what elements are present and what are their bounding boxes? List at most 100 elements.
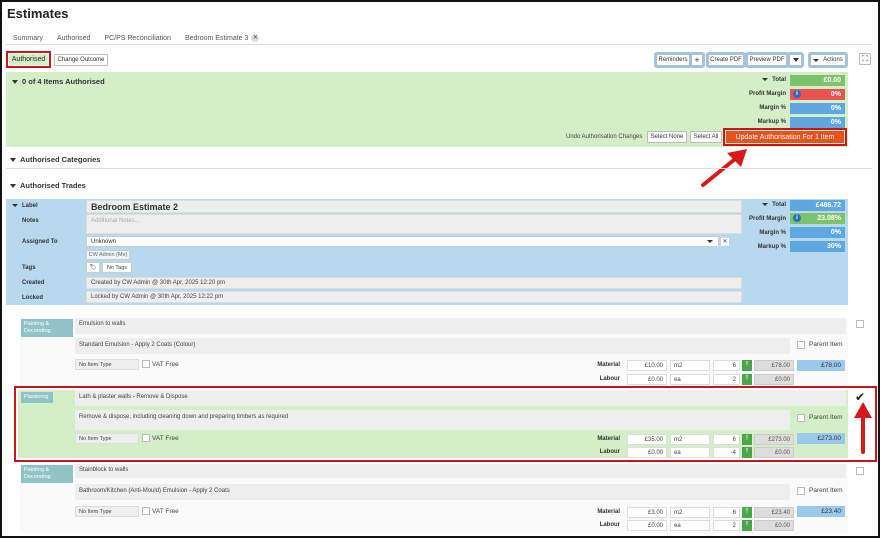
parent-item-label: Parent Item — [809, 341, 843, 348]
material-qty[interactable]: 6 — [713, 507, 740, 518]
labour-label: Labour — [599, 376, 620, 382]
reminders-button[interactable]: Reminders — [654, 52, 692, 68]
assigned-to-key: Assigned To — [22, 239, 58, 245]
material-price[interactable]: £35.00 — [627, 434, 667, 445]
tags-value[interactable]: No Tags — [102, 262, 132, 273]
assigned-chip[interactable]: CW Admin (Me) — [86, 250, 130, 260]
select-all-button[interactable]: Select All — [690, 131, 722, 143]
parent-item-checkbox[interactable] — [797, 487, 805, 495]
locked-value: Locked by CW Admin @ 30th Apr, 2025 12:2… — [86, 291, 742, 303]
authorise-checkbox[interactable] — [856, 467, 864, 475]
item-description[interactable]: Bathroom/Kitchen (Anti-Mould) Emulsion -… — [75, 484, 790, 500]
labour-price[interactable]: £0.00 — [627, 447, 667, 458]
arrow-up-icon[interactable]: ⤒ — [742, 374, 752, 385]
margin-label: Margin % — [759, 105, 786, 111]
arrow-up-icon[interactable]: ⤒ — [742, 507, 752, 518]
vat-label: VAT Free — [152, 508, 179, 515]
parent-item-checkbox[interactable] — [797, 414, 805, 422]
collapse-icon — [10, 184, 16, 189]
estimate-label-field[interactable]: Bedroom Estimate 2 — [86, 200, 742, 213]
authorised-categories-header[interactable]: Authorised Categories — [10, 155, 100, 164]
notes-field[interactable]: Additional Notes... — [86, 214, 742, 234]
estimate-total-text: Total — [772, 202, 786, 208]
arrow-up-icon[interactable]: ⤒ — [742, 447, 752, 458]
select-none-button[interactable]: Select None — [647, 131, 687, 143]
profit-margin-value: i 0% — [790, 89, 845, 100]
labour-unit[interactable]: ea — [670, 374, 710, 385]
collapse-icon — [10, 158, 16, 163]
labour-price[interactable]: £0.00 — [627, 374, 667, 385]
labour-label: Labour — [599, 449, 620, 455]
actions-label: Actions — [823, 57, 843, 63]
info-icon[interactable]: i — [793, 214, 801, 222]
actions-button[interactable]: Actions — [808, 52, 848, 68]
item-description[interactable]: Standard Emulsion - Apply 2 Coats (Colou… — [75, 338, 790, 354]
arrow-up-icon[interactable]: ⤒ — [742, 520, 752, 531]
labour-qty[interactable]: -4 — [713, 447, 740, 458]
tag-icon[interactable]: 🏷 — [86, 262, 100, 273]
trade-tag: Plastering — [21, 392, 53, 403]
labour-unit[interactable]: ea — [670, 520, 710, 531]
material-unit[interactable]: m2 — [670, 434, 710, 445]
preview-pdf-button[interactable]: Preview PDF — [745, 52, 789, 68]
arrow-up-icon[interactable]: ⤒ — [742, 360, 752, 371]
labour-qty[interactable]: 2 — [713, 520, 740, 531]
notes-key: Notes — [22, 218, 39, 224]
created-value: Created by CW Admin @ 30th Apr, 2025 12:… — [86, 277, 742, 289]
arrow-up-icon[interactable]: ⤒ — [742, 434, 752, 445]
material-total: £23.40 — [754, 507, 794, 518]
item-type-select[interactable]: No Item Type — [75, 359, 139, 370]
material-unit[interactable]: m2 — [670, 507, 710, 518]
trade-tag: Painting & Decorating — [21, 465, 73, 483]
labour-qty[interactable]: 2 — [713, 374, 740, 385]
authorised-trades-header[interactable]: Authorised Trades — [10, 181, 86, 190]
item-name[interactable]: Lath & plaster walls - Remove & Dispose — [75, 390, 846, 406]
estimate-margin-value: 0% — [790, 227, 845, 238]
update-authorisation-button[interactable]: Update Authorisation For 1 Item — [726, 131, 844, 143]
item-name[interactable]: Stainblock to walls — [75, 464, 846, 478]
labour-label: Labour — [599, 522, 620, 528]
update-highlight: Update Authorisation For 1 Item — [723, 128, 847, 146]
parent-item-label: Parent Item — [809, 414, 843, 421]
item-description[interactable]: Remove & dispose, including cleaning dow… — [75, 410, 790, 430]
close-icon[interactable]: ✕ — [251, 34, 260, 42]
create-pdf-button[interactable]: Create PDF — [706, 52, 746, 68]
vat-checkbox[interactable] — [142, 360, 150, 368]
chevron-down-icon — [792, 58, 799, 62]
parent-item-checkbox[interactable] — [797, 341, 805, 349]
add-reminder-button[interactable]: + — [689, 52, 705, 68]
material-qty[interactable]: 6 — [713, 434, 740, 445]
item-name[interactable]: Emulsion to walls — [75, 318, 846, 334]
tab-label: PC/PS Reconciliation — [104, 34, 171, 42]
material-price[interactable]: £3.00 — [627, 507, 667, 518]
collapse-icon[interactable] — [12, 203, 18, 207]
estimate-total-label: Total — [740, 202, 786, 208]
vat-checkbox[interactable] — [142, 434, 150, 442]
material-price[interactable]: £10.00 — [627, 360, 667, 371]
clear-icon[interactable]: ✕ — [721, 238, 729, 246]
assigned-to-select[interactable]: Unknown — [86, 236, 719, 247]
authorise-checkbox[interactable] — [856, 320, 864, 328]
info-icon[interactable]: i — [793, 90, 801, 98]
expand-icon[interactable]: ⛶ — [859, 53, 871, 65]
material-qty[interactable]: 6 — [713, 360, 740, 371]
material-unit[interactable]: m2 — [670, 360, 710, 371]
material-total: £78.00 — [754, 360, 794, 371]
change-outcome-button[interactable]: Change Outcome — [54, 54, 108, 66]
estimate-profit-value: i 23.08% — [790, 213, 845, 224]
collapse-icon[interactable] — [12, 80, 18, 85]
created-key: Created — [22, 280, 45, 286]
pdf-dropdown-button[interactable] — [787, 52, 804, 68]
estimate-markup-label: Markup % — [757, 244, 786, 250]
item-type-select[interactable]: No Item Type — [75, 506, 139, 517]
item-type-select[interactable]: No Item Type — [75, 433, 139, 444]
undo-changes-link[interactable]: Undo Authorisation Changes — [566, 134, 642, 140]
labour-price[interactable]: £0.00 — [627, 520, 667, 531]
material-label: Material — [597, 509, 620, 515]
summary-heading-text: 0 of 4 Items Authorised — [22, 77, 105, 86]
labour-unit[interactable]: ea — [670, 447, 710, 458]
trades-text: Authorised Trades — [20, 181, 86, 190]
vat-checkbox[interactable] — [142, 507, 150, 515]
chevron-down-icon — [707, 240, 713, 243]
trade-tag: Painting & Decorating — [21, 319, 73, 337]
